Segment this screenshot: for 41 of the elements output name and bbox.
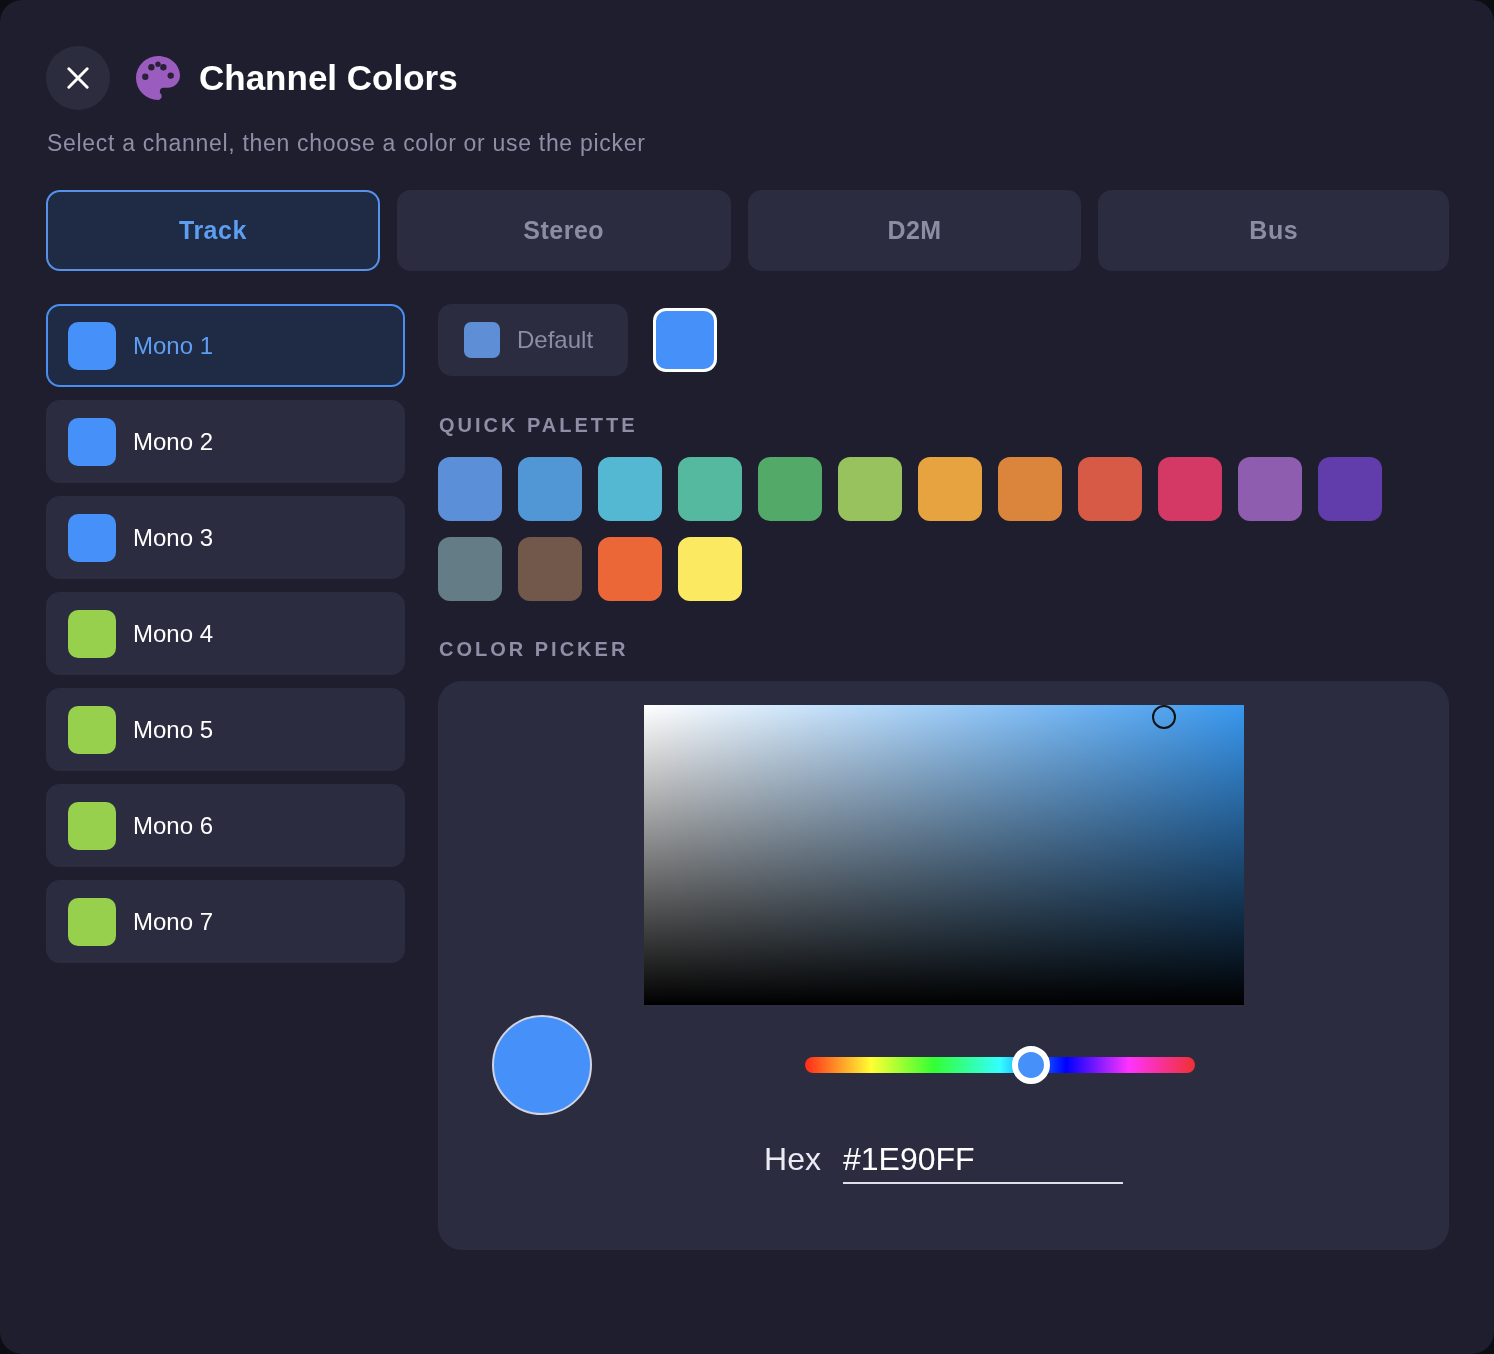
color-swatch[interactable] xyxy=(678,457,742,521)
color-swatch[interactable] xyxy=(1078,457,1142,521)
section-heading: COLOR PICKER xyxy=(439,637,629,661)
tab[interactable]: Bus xyxy=(1098,190,1449,271)
color-swatch[interactable] xyxy=(518,457,582,521)
current-color-swatch[interactable] xyxy=(653,308,717,372)
color-swatch[interactable] xyxy=(598,537,662,601)
channel-item[interactable]: Mono 2 xyxy=(46,400,405,483)
color-swatch[interactable] xyxy=(598,457,662,521)
color-swatch[interactable] xyxy=(918,457,982,521)
color-swatch[interactable] xyxy=(1238,457,1302,521)
hue-slider[interactable] xyxy=(805,1046,1195,1084)
color-swatch[interactable] xyxy=(1318,457,1382,521)
color-field[interactable] xyxy=(643,705,1244,1005)
channel-item[interactable]: Mono 7 xyxy=(46,880,405,963)
hex-label: Hex xyxy=(764,1141,821,1178)
channel-item[interactable]: Mono 1 xyxy=(46,304,405,387)
color-swatch[interactable] xyxy=(678,537,742,601)
channel-item[interactable]: Mono 4 xyxy=(46,592,405,675)
color-swatch[interactable] xyxy=(518,537,582,601)
dialog-subtitle: Select a channel, then choose a color or use the picker xyxy=(47,129,646,157)
default-button[interactable]: Default xyxy=(438,304,628,376)
color-swatch[interactable] xyxy=(998,457,1062,521)
channel-item[interactable]: Mono 3 xyxy=(46,496,405,579)
hex-field[interactable]: #1E90FF xyxy=(842,1141,1123,1184)
dialog-title: Channel Colors xyxy=(199,57,458,99)
section-heading: QUICK PALETTE xyxy=(439,413,638,437)
color-swatch[interactable] xyxy=(438,537,502,601)
color-swatch[interactable] xyxy=(758,457,822,521)
slider-thumb[interactable] xyxy=(1012,1046,1051,1084)
color-swatch[interactable] xyxy=(838,457,902,521)
palette-icon xyxy=(136,56,180,100)
channel-item[interactable]: Mono 5 xyxy=(46,688,405,771)
close-icon xyxy=(67,67,89,89)
color-swatch[interactable] xyxy=(438,457,502,521)
color-swatch[interactable] xyxy=(1158,457,1222,521)
channel-item[interactable]: Mono 6 xyxy=(46,784,405,867)
tab[interactable]: Stereo xyxy=(396,190,731,271)
tab[interactable]: Track xyxy=(46,190,380,271)
color-marker[interactable] xyxy=(1151,705,1176,729)
tab[interactable]: D2M xyxy=(747,190,1082,271)
